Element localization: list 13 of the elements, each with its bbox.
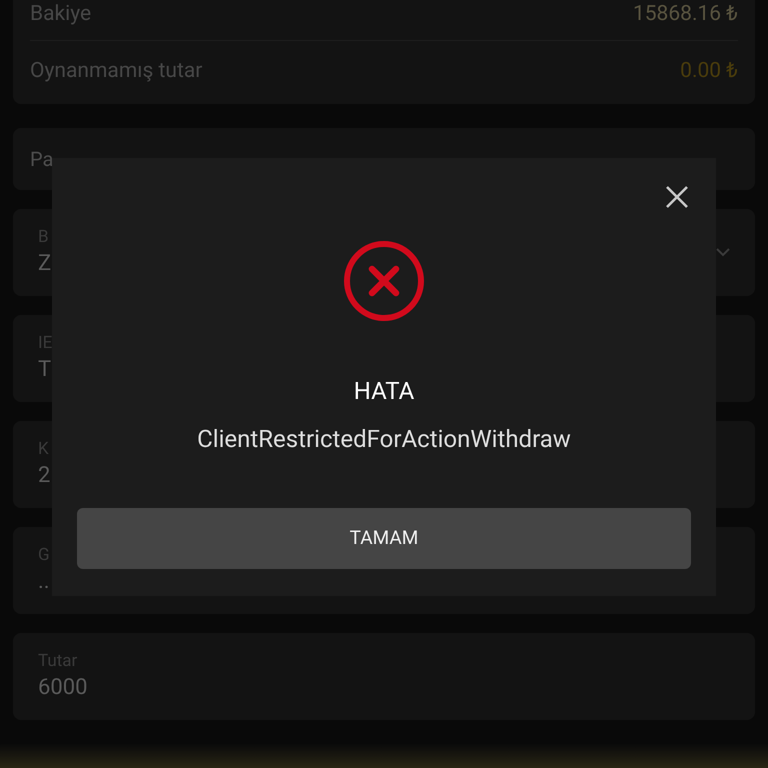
close-icon xyxy=(665,185,689,209)
field-value: Z xyxy=(38,250,52,278)
field-value: T xyxy=(38,356,52,384)
dialog-message: ClientRestrictedForActionWithdraw xyxy=(197,424,571,454)
field-value: .. xyxy=(38,568,50,596)
dialog-title: HATA xyxy=(354,376,414,406)
notice-text: Pa xyxy=(30,146,54,173)
field-value: 2 xyxy=(38,462,50,490)
field-value: 6000 xyxy=(38,674,88,702)
balance-value: 15868.16 ₺ xyxy=(632,0,738,28)
chevron-down-icon xyxy=(716,248,730,257)
error-icon xyxy=(343,240,425,322)
ok-button[interactable]: TAMAM xyxy=(77,508,691,569)
